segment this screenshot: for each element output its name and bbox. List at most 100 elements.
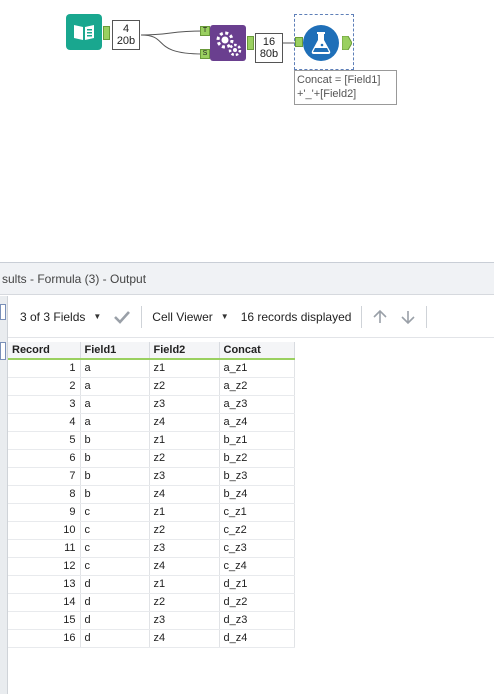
record-cell[interactable]: 1 bbox=[8, 359, 81, 378]
append-target-anchor[interactable]: T bbox=[200, 26, 210, 36]
field2-cell[interactable]: z3 bbox=[149, 611, 220, 630]
concat-cell[interactable]: c_z4 bbox=[219, 557, 295, 576]
concat-cell[interactable]: d_z2 bbox=[219, 593, 295, 612]
concat-cell[interactable]: a_z4 bbox=[219, 413, 295, 432]
field1-cell[interactable]: a bbox=[80, 359, 150, 378]
field2-cell[interactable]: z1 bbox=[149, 431, 220, 450]
table-row[interactable]: 14 d z2 d_z2 bbox=[8, 593, 295, 612]
field2-cell[interactable]: z1 bbox=[149, 503, 220, 522]
record-cell[interactable]: 2 bbox=[8, 377, 81, 396]
field1-cell[interactable]: a bbox=[80, 413, 150, 432]
field2-cell[interactable]: z3 bbox=[149, 467, 220, 486]
input-output-anchor[interactable] bbox=[103, 26, 110, 40]
table-row[interactable]: 16 d z4 d_z4 bbox=[8, 629, 295, 648]
field1-cell[interactable]: a bbox=[80, 395, 150, 414]
field1-cell[interactable]: c bbox=[80, 521, 150, 540]
concat-cell[interactable]: c_z3 bbox=[219, 539, 295, 558]
table-row[interactable]: 2 a z2 a_z2 bbox=[8, 377, 295, 396]
record-cell[interactable]: 3 bbox=[8, 395, 81, 414]
table-row[interactable]: 5 b z1 b_z1 bbox=[8, 431, 295, 450]
results-title-bar[interactable]: sults - Formula (3) - Output bbox=[0, 262, 494, 295]
field2-cell[interactable]: z2 bbox=[149, 593, 220, 612]
table-row[interactable]: 13 d z1 d_z1 bbox=[8, 575, 295, 594]
concat-cell[interactable]: c_z2 bbox=[219, 521, 295, 540]
record-cell[interactable]: 5 bbox=[8, 431, 81, 450]
table-row[interactable]: 11 c z3 c_z3 bbox=[8, 539, 295, 558]
workflow-canvas[interactable]: 4 20b T S 16 80b Concat = [Field1] +'_'+… bbox=[0, 0, 494, 262]
append-source-anchor[interactable]: S bbox=[200, 49, 210, 59]
formula-tool-selection[interactable] bbox=[294, 14, 354, 70]
column-header-field2[interactable]: Field2 bbox=[149, 342, 220, 360]
column-header-record[interactable]: Record bbox=[8, 342, 81, 360]
cell-viewer-dropdown[interactable]: Cell Viewer ▼ bbox=[146, 303, 234, 331]
append-fields-tool[interactable] bbox=[210, 25, 246, 61]
field2-cell[interactable]: z4 bbox=[149, 485, 220, 504]
concat-cell[interactable]: a_z1 bbox=[219, 359, 295, 378]
record-cell[interactable]: 7 bbox=[8, 467, 81, 486]
field2-cell[interactable]: z4 bbox=[149, 557, 220, 576]
apply-check-button[interactable] bbox=[107, 303, 137, 331]
field2-cell[interactable]: z1 bbox=[149, 575, 220, 594]
append-output-anchor[interactable] bbox=[247, 36, 254, 50]
table-row[interactable]: 3 a z3 a_z3 bbox=[8, 395, 295, 414]
field1-cell[interactable]: d bbox=[80, 629, 150, 648]
field1-cell[interactable]: a bbox=[80, 377, 150, 396]
field1-cell[interactable]: b bbox=[80, 485, 150, 504]
field1-cell[interactable]: b bbox=[80, 449, 150, 468]
record-cell[interactable]: 16 bbox=[8, 629, 81, 648]
record-cell[interactable]: 13 bbox=[8, 575, 81, 594]
field2-cell[interactable]: z3 bbox=[149, 539, 220, 558]
record-cell[interactable]: 9 bbox=[8, 503, 81, 522]
field1-cell[interactable]: d bbox=[80, 593, 150, 612]
concat-cell[interactable]: d_z4 bbox=[219, 629, 295, 648]
field1-cell[interactable]: b bbox=[80, 431, 150, 450]
fields-selector[interactable]: 3 of 3 Fields ▼ bbox=[8, 303, 107, 331]
record-cell[interactable]: 12 bbox=[8, 557, 81, 576]
column-header-concat[interactable]: Concat bbox=[219, 342, 295, 360]
table-row[interactable]: 4 a z4 a_z4 bbox=[8, 413, 295, 432]
input-data-tool[interactable] bbox=[66, 14, 102, 50]
field1-cell[interactable]: b bbox=[80, 467, 150, 486]
table-row[interactable]: 7 b z3 b_z3 bbox=[8, 467, 295, 486]
field2-cell[interactable]: z3 bbox=[149, 395, 220, 414]
concat-cell[interactable]: b_z1 bbox=[219, 431, 295, 450]
field2-cell[interactable]: z4 bbox=[149, 413, 220, 432]
record-cell[interactable]: 8 bbox=[8, 485, 81, 504]
record-cell[interactable]: 6 bbox=[8, 449, 81, 468]
record-cell[interactable]: 15 bbox=[8, 611, 81, 630]
concat-cell[interactable]: b_z4 bbox=[219, 485, 295, 504]
table-row[interactable]: 15 d z3 d_z3 bbox=[8, 611, 295, 630]
table-row[interactable]: 12 c z4 c_z4 bbox=[8, 557, 295, 576]
field2-cell[interactable]: z2 bbox=[149, 377, 220, 396]
field2-cell[interactable]: z1 bbox=[149, 359, 220, 378]
side-arrow-icon[interactable] bbox=[0, 342, 6, 360]
side-grid-icon[interactable] bbox=[0, 304, 6, 320]
field1-cell[interactable]: c bbox=[80, 557, 150, 576]
concat-cell[interactable]: b_z2 bbox=[219, 449, 295, 468]
field2-cell[interactable]: z4 bbox=[149, 629, 220, 648]
record-cell[interactable]: 14 bbox=[8, 593, 81, 612]
table-row[interactable]: 1 a z1 a_z1 bbox=[8, 359, 295, 378]
table-row[interactable]: 6 b z2 b_z2 bbox=[8, 449, 295, 468]
record-cell[interactable]: 10 bbox=[8, 521, 81, 540]
field2-cell[interactable]: z2 bbox=[149, 449, 220, 468]
concat-cell[interactable]: b_z3 bbox=[219, 467, 295, 486]
field1-cell[interactable]: c bbox=[80, 539, 150, 558]
formula-output-anchor[interactable] bbox=[342, 36, 352, 50]
column-header-field1[interactable]: Field1 bbox=[80, 342, 150, 360]
scroll-up-button[interactable] bbox=[366, 303, 394, 331]
concat-cell[interactable]: d_z3 bbox=[219, 611, 295, 630]
table-row[interactable]: 9 c z1 c_z1 bbox=[8, 503, 295, 522]
field1-cell[interactable]: c bbox=[80, 503, 150, 522]
record-cell[interactable]: 11 bbox=[8, 539, 81, 558]
field1-cell[interactable]: d bbox=[80, 575, 150, 594]
record-cell[interactable]: 4 bbox=[8, 413, 81, 432]
scroll-down-button[interactable] bbox=[394, 303, 422, 331]
field1-cell[interactable]: d bbox=[80, 611, 150, 630]
formula-tool[interactable] bbox=[303, 25, 339, 61]
table-row[interactable]: 10 c z2 c_z2 bbox=[8, 521, 295, 540]
formula-input-anchor[interactable] bbox=[295, 37, 303, 47]
concat-cell[interactable]: c_z1 bbox=[219, 503, 295, 522]
field2-cell[interactable]: z2 bbox=[149, 521, 220, 540]
table-row[interactable]: 8 b z4 b_z4 bbox=[8, 485, 295, 504]
